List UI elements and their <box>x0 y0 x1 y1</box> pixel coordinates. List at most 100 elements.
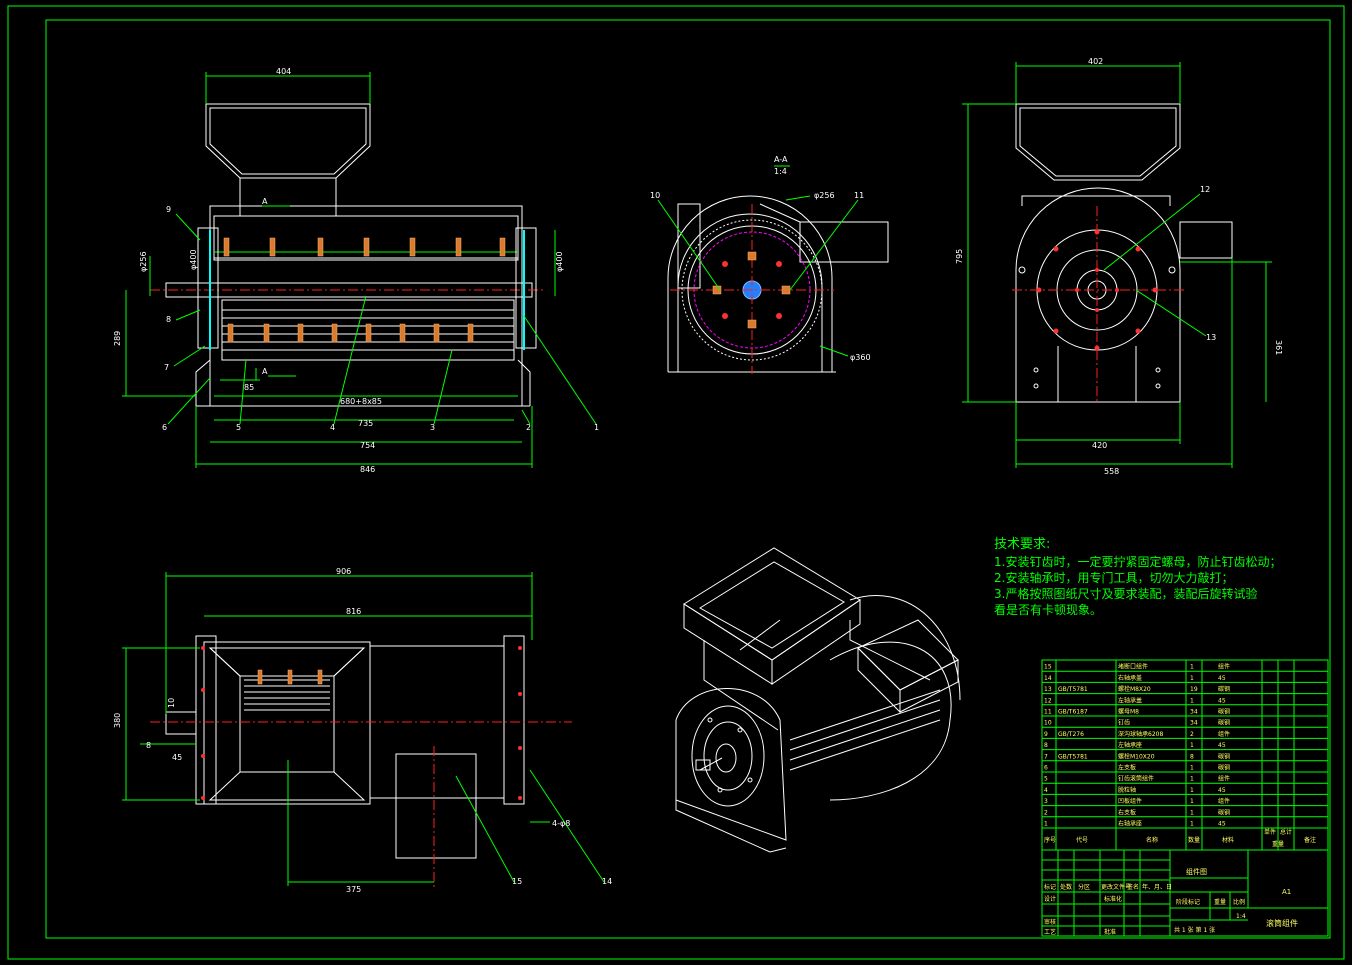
label-sheet: 共 1 张 第 1 张 <box>1174 926 1215 934</box>
parts-cell-name: 右支板 <box>1118 808 1136 816</box>
callout-2: 2 <box>526 423 531 432</box>
parts-cell-name: 深沟球轴承6208 <box>1118 730 1163 738</box>
parts-cell-no: 15 <box>1044 664 1052 671</box>
parts-cell-material: 碳钢 <box>1218 752 1230 760</box>
callout-9: 9 <box>166 205 171 214</box>
dim-phi400-left: φ400 <box>189 249 198 270</box>
header-name: 名称 <box>1146 836 1158 844</box>
dim-top-holes: 4-φ8 <box>552 819 570 828</box>
parts-cell-code: GB/T6187 <box>1058 709 1088 716</box>
parts-cell-name: 右轴承座 <box>1118 820 1142 828</box>
label-date: 年、月、日 <box>1142 883 1172 891</box>
callout-6: 6 <box>162 423 167 432</box>
dim-top-10: 10 <box>167 698 176 708</box>
parts-cell-material: 碳钢 <box>1218 708 1230 716</box>
parts-cell-qty: 34 <box>1190 720 1198 727</box>
parts-cell-name: 钉齿 <box>1118 719 1130 727</box>
parts-cell-qty: 1 <box>1190 776 1194 783</box>
dim-754: 754 <box>360 441 375 450</box>
drawing-name: 滚筒组件 <box>1266 918 1298 928</box>
parts-cell-name: 螺母M8 <box>1118 708 1139 716</box>
parts-cell-qty: 1 <box>1190 664 1194 671</box>
callout-7: 7 <box>164 363 169 372</box>
view-label: A-A <box>774 155 788 164</box>
parts-cell-no: 8 <box>1044 742 1048 749</box>
parts-cell-no: 2 <box>1044 809 1048 816</box>
dim-735: 735 <box>358 419 373 428</box>
parts-cell-material: 碳钢 <box>1218 685 1230 693</box>
tech-req-line-2: 2.安装轴承时，用专门工具，切勿大力敲打； <box>994 570 1233 585</box>
parts-cell-no: 10 <box>1044 720 1052 727</box>
dim-top-45: 45 <box>172 753 182 762</box>
tech-req-line-1: 1.安装钉齿时，一定要拧紧固定螺母，防止钉齿松动； <box>994 554 1281 569</box>
header-weight: 重量 <box>1272 840 1284 848</box>
parts-cell-qty: 1 <box>1190 821 1194 828</box>
parts-cell-material: 45 <box>1218 675 1226 682</box>
parts-cell-qty: 1 <box>1190 809 1194 816</box>
parts-cell-material: 碳钢 <box>1218 764 1230 772</box>
sheet-size: A1 <box>1282 888 1291 896</box>
label-stage-mark: 阶段标记 <box>1176 898 1200 906</box>
drawing-type: 组件图 <box>1186 867 1207 876</box>
parts-cell-name: 凹板组件 <box>1118 797 1142 805</box>
tech-requirements: 技术要求: 1.安装钉齿时，一定要拧紧固定螺母，防止钉齿松动； 2.安装轴承时，… <box>994 537 1281 617</box>
callout-8: 8 <box>166 315 171 324</box>
header-no: 序号 <box>1044 836 1056 844</box>
header-unit-wt: 单件 <box>1264 828 1276 836</box>
dim-hopper-width: 404 <box>276 67 291 76</box>
dim-side-top: 402 <box>1088 57 1103 66</box>
parts-cell-code: GB/T276 <box>1058 731 1084 738</box>
parts-cell-no: 11 <box>1044 709 1052 716</box>
header-qty: 数量 <box>1188 836 1200 844</box>
parts-cell-no: 4 <box>1044 787 1048 794</box>
parts-cell-qty: 1 <box>1190 675 1194 682</box>
dim-top-8: 8 <box>146 741 151 750</box>
label-design: 设计 <box>1044 895 1056 903</box>
dim-phi256: φ256 <box>139 251 148 272</box>
label-mark: 标记 <box>1044 883 1056 891</box>
parts-cell-qty: 1 <box>1190 742 1194 749</box>
label-approve: 批准 <box>1104 928 1116 936</box>
tech-req-line-3: 3.严格按照图纸尺寸及要求装配，装配后旋转试验 <box>994 586 1257 601</box>
dim-846: 846 <box>360 465 375 474</box>
tech-req-line-4: 看是否有卡顿现象。 <box>994 603 1102 617</box>
parts-cell-material: 45 <box>1218 787 1226 794</box>
header-remark: 备注 <box>1304 836 1316 844</box>
parts-cell-code: GB/T5781 <box>1058 753 1088 760</box>
parts-cell-material: 碳钢 <box>1218 719 1230 727</box>
dim-side-558: 558 <box>1104 467 1119 476</box>
parts-cell-code: GB/T5781 <box>1058 686 1088 693</box>
label-scale: 比例 <box>1233 898 1245 906</box>
parts-cell-material: 组件 <box>1218 730 1230 738</box>
parts-list: 15 堵断口组件 1 组件14 右轴承盖 1 4513 GB/T5781 螺栓M8X20 19 碳钢… <box>1041 659 1329 851</box>
parts-cell-qty: 2 <box>1190 731 1194 738</box>
label-review: 审核 <box>1044 918 1056 926</box>
parts-cell-name: 左轴承盖 <box>1118 696 1142 704</box>
parts-cell-name: 螺栓M8X20 <box>1118 685 1151 693</box>
cad-drawing: 404 A A 680+8x85 735 754 846 85 289 φ256… <box>7 5 1345 960</box>
parts-cell-material: 组件 <box>1218 663 1230 671</box>
callout-14: 14 <box>602 877 612 886</box>
section-marker-bottom: A <box>262 367 268 376</box>
dim-top-816: 816 <box>346 607 361 616</box>
dim-top-906: 906 <box>336 567 351 576</box>
dim-shaft: 680+8x85 <box>340 397 382 406</box>
dim-height-left: 289 <box>113 331 122 346</box>
parts-cell-name: 脱粒轴 <box>1118 786 1136 794</box>
parts-cell-qty: 1 <box>1190 765 1194 772</box>
parts-cell-name: 堵断口组件 <box>1118 663 1148 671</box>
parts-cell-qty: 1 <box>1190 787 1194 794</box>
dim-top-375: 375 <box>346 885 361 894</box>
label-count: 处数 <box>1060 883 1072 891</box>
parts-cell-qty: 8 <box>1190 753 1194 760</box>
label-standard: 标准化 <box>1104 895 1122 903</box>
callout-13: 13 <box>1206 333 1216 342</box>
parts-cell-material: 组件 <box>1218 797 1230 805</box>
parts-cell-qty: 19 <box>1190 686 1198 693</box>
parts-cell-no: 7 <box>1044 753 1048 760</box>
dim-section-256: φ256 <box>814 191 835 200</box>
parts-cell-name: 左轴承座 <box>1118 741 1142 749</box>
parts-cell-name: 螺栓M10X20 <box>1118 752 1155 760</box>
parts-cell-material: 碳钢 <box>1218 808 1230 816</box>
label-sign: 签名 <box>1127 883 1139 891</box>
